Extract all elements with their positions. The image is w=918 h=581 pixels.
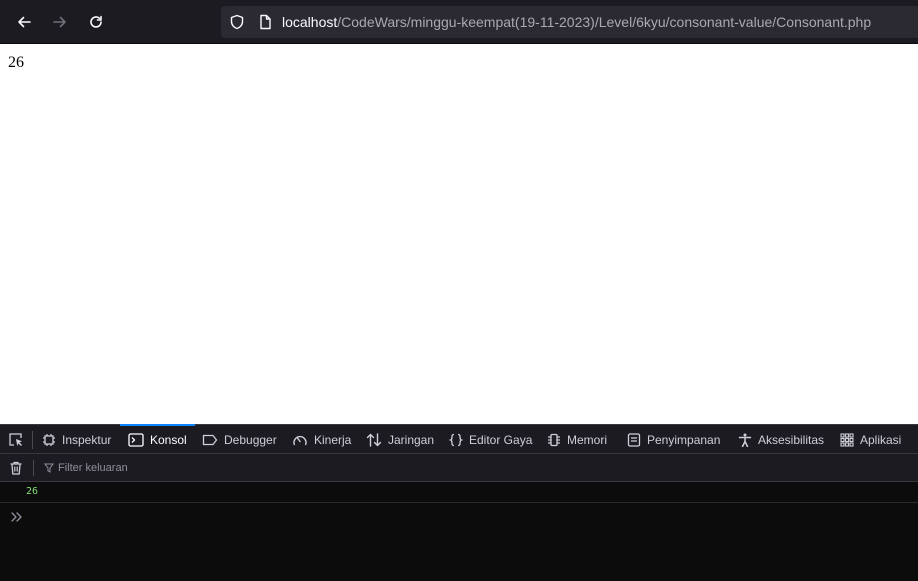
tab-label: Penyimpanan bbox=[647, 432, 721, 447]
page-info-icon[interactable] bbox=[257, 14, 273, 30]
console-message-row: 26 bbox=[0, 482, 918, 503]
url-text[interactable]: localhost/CodeWars/minggu-keempat(19-11-… bbox=[282, 14, 871, 30]
tab-label: Aksesibilitas bbox=[758, 432, 825, 447]
divider bbox=[33, 460, 34, 476]
url-host: localhost bbox=[282, 14, 338, 30]
tab-label: Jaringan bbox=[388, 432, 435, 447]
chevron-double-right-icon bbox=[11, 512, 22, 522]
trash-icon bbox=[10, 461, 22, 475]
tab-network[interactable]: Jaringan bbox=[366, 425, 434, 454]
tab-label: Konsol bbox=[150, 432, 187, 447]
filter-output-input[interactable] bbox=[56, 458, 456, 478]
devtools-tab-bar: Inspektur Konsol Debugger Kinerja Jaring bbox=[0, 424, 918, 454]
debugger-icon bbox=[202, 434, 218, 446]
tab-label: Inspektur bbox=[62, 432, 112, 447]
reload-button[interactable] bbox=[82, 8, 110, 36]
arrow-right-icon bbox=[53, 16, 66, 28]
console-input[interactable] bbox=[28, 506, 908, 530]
tab-label: Editor Gaya bbox=[469, 432, 533, 447]
console-filter-bar bbox=[0, 454, 918, 482]
storage-icon bbox=[627, 432, 641, 447]
arrow-left-icon bbox=[18, 16, 31, 28]
tab-label: Debugger bbox=[224, 432, 277, 447]
tracking-protection-shield-icon[interactable] bbox=[229, 14, 245, 30]
tab-console[interactable]: Konsol bbox=[120, 424, 195, 454]
memory-icon bbox=[547, 433, 561, 447]
element-picker-button[interactable] bbox=[4, 429, 28, 451]
page-content: 26 bbox=[0, 44, 918, 424]
performance-icon bbox=[292, 433, 308, 447]
tab-application[interactable]: Aplikasi bbox=[840, 425, 901, 454]
tab-memory[interactable]: Memori bbox=[547, 425, 607, 454]
tab-storage[interactable]: Penyimpanan bbox=[627, 425, 720, 454]
tab-style-editor[interactable]: Editor Gaya bbox=[449, 425, 532, 454]
tab-debugger[interactable]: Debugger bbox=[202, 425, 277, 454]
url-path: /CodeWars/minggu-keempat(19-11-2023)/Lev… bbox=[337, 14, 872, 30]
console-input-area[interactable] bbox=[0, 504, 918, 581]
tab-label: Aplikasi bbox=[860, 432, 902, 447]
style-editor-icon bbox=[449, 433, 463, 447]
url-bar[interactable]: localhost/CodeWars/minggu-keempat(19-11-… bbox=[221, 6, 918, 38]
forward-button[interactable] bbox=[46, 8, 74, 36]
tab-label: Memori bbox=[567, 432, 608, 447]
browser-toolbar: localhost/CodeWars/minggu-keempat(19-11-… bbox=[0, 0, 918, 44]
tab-accessibility[interactable]: Aksesibilitas bbox=[738, 425, 824, 454]
accessibility-icon bbox=[738, 433, 752, 447]
console-icon bbox=[128, 432, 144, 447]
tab-label: Kinerja bbox=[314, 432, 352, 447]
tab-performance[interactable]: Kinerja bbox=[292, 425, 351, 454]
reload-icon bbox=[90, 15, 102, 28]
tab-inspector[interactable]: Inspektur bbox=[42, 425, 111, 454]
application-icon bbox=[840, 432, 854, 447]
console-log-value: 26 bbox=[26, 486, 39, 497]
back-button[interactable] bbox=[10, 8, 38, 36]
filter-icon bbox=[44, 463, 54, 473]
divider bbox=[32, 431, 33, 449]
devtools-panel: Inspektur Konsol Debugger Kinerja Jaring bbox=[0, 424, 918, 581]
page-output-text: 26 bbox=[8, 54, 24, 71]
clear-console-button[interactable] bbox=[8, 460, 24, 481]
network-icon bbox=[366, 432, 382, 447]
element-picker-icon bbox=[9, 433, 22, 446]
inspector-icon bbox=[42, 433, 56, 447]
